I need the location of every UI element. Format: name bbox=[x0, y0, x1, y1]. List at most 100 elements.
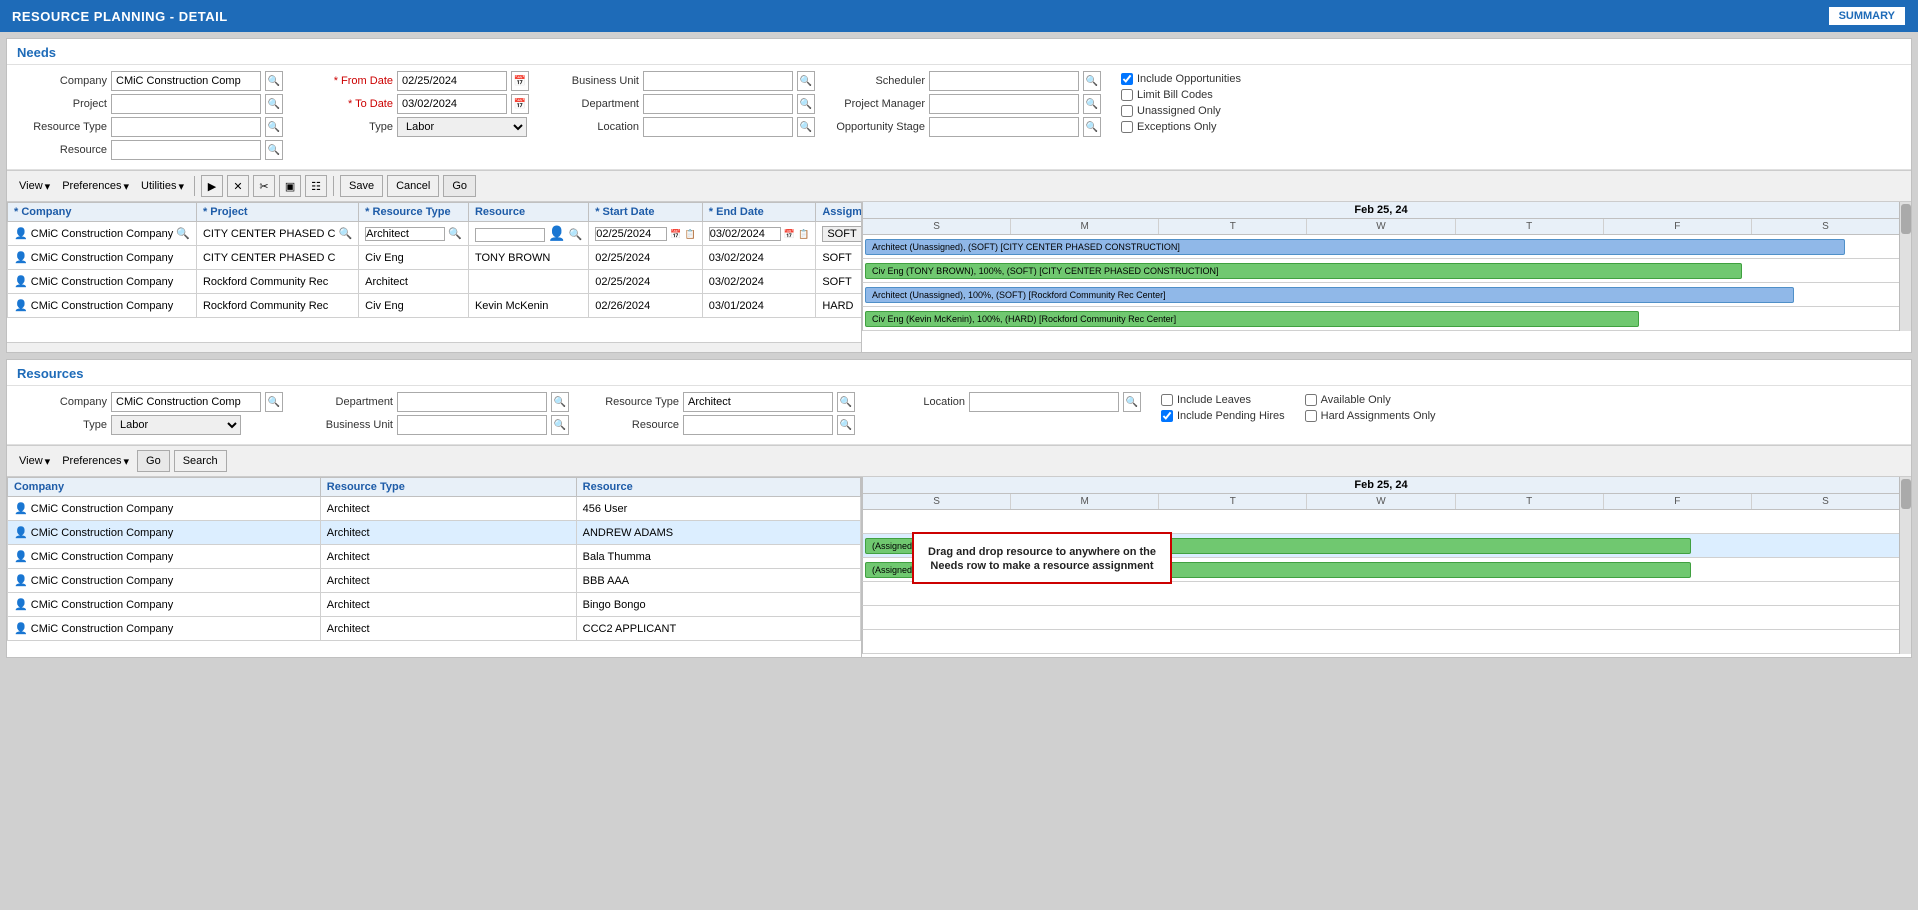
res-preferences-dropdown[interactable]: Preferences ▾ bbox=[58, 453, 133, 470]
include-leaves-checkbox[interactable] bbox=[1161, 394, 1173, 406]
company-label: Company bbox=[17, 75, 107, 87]
include-pending-hires-checkbox[interactable] bbox=[1161, 410, 1173, 422]
available-only-label[interactable]: Available Only bbox=[1305, 394, 1436, 406]
day-t2: T bbox=[1456, 219, 1604, 234]
res-department-search-icon[interactable]: 🔍 bbox=[551, 392, 569, 412]
needs-gantt-row-4: Civ Eng (Kevin McKenin), 100%, (HARD) [R… bbox=[862, 307, 1899, 331]
project-manager-input[interactable] bbox=[929, 94, 1079, 114]
unassigned-only-label[interactable]: Unassigned Only bbox=[1121, 105, 1241, 117]
list-item[interactable]: 👤 CMiC Construction Company Architect Bi… bbox=[8, 593, 861, 617]
project-input[interactable] bbox=[111, 94, 261, 114]
res-business-unit-search-icon[interactable]: 🔍 bbox=[551, 415, 569, 435]
needs-utilities-dropdown[interactable]: Utilities ▾ bbox=[137, 178, 188, 195]
res-row2-type: Architect bbox=[320, 521, 576, 545]
res-type-label: Type bbox=[17, 419, 107, 431]
delete-icon[interactable]: ✕ bbox=[227, 175, 249, 197]
res-resource-type-search-icon[interactable]: 🔍 bbox=[837, 392, 855, 412]
res-type-select[interactable]: Labor Equipment bbox=[111, 415, 241, 435]
res-resource-type-label: Resource Type bbox=[589, 396, 679, 408]
include-leaves-label[interactable]: Include Leaves bbox=[1161, 394, 1285, 406]
res-location-search-icon[interactable]: 🔍 bbox=[1123, 392, 1141, 412]
grid-icon[interactable]: ☷ bbox=[305, 175, 327, 197]
res-location-input[interactable] bbox=[969, 392, 1119, 412]
business-unit-search-icon[interactable]: 🔍 bbox=[797, 71, 815, 91]
needs-grid-scroll[interactable]: * Company * Project * Resource Type Reso… bbox=[7, 202, 861, 342]
save-button[interactable]: Save bbox=[340, 175, 383, 197]
resource-type-search-icon[interactable]: 🔍 bbox=[265, 117, 283, 137]
to-date-input[interactable] bbox=[397, 94, 507, 114]
location-search-icon-needs[interactable]: 🔍 bbox=[797, 117, 815, 137]
type-select[interactable]: Labor Equipment bbox=[397, 117, 527, 137]
from-date-input[interactable] bbox=[397, 71, 507, 91]
limit-bill-codes-label[interactable]: Limit Bill Codes bbox=[1121, 89, 1241, 101]
location-input-needs[interactable] bbox=[643, 117, 793, 137]
needs-left-panel: * Company * Project * Resource Type Reso… bbox=[7, 202, 862, 352]
company-input[interactable] bbox=[111, 71, 261, 91]
list-item[interactable]: 👤 CMiC Construction Company Architect 45… bbox=[8, 497, 861, 521]
res-resource-input[interactable] bbox=[683, 415, 833, 435]
res-resource-search-icon[interactable]: 🔍 bbox=[837, 415, 855, 435]
res-gantt-scrollbar-v[interactable] bbox=[1899, 477, 1911, 654]
unassigned-only-checkbox[interactable] bbox=[1121, 105, 1133, 117]
summary-button[interactable]: SUMMARY bbox=[1828, 6, 1906, 26]
include-pending-hires-label[interactable]: Include Pending Hires bbox=[1161, 410, 1285, 422]
limit-bill-codes-checkbox[interactable] bbox=[1121, 89, 1133, 101]
department-search-icon-needs[interactable]: 🔍 bbox=[797, 94, 815, 114]
scheduler-input[interactable] bbox=[929, 71, 1079, 91]
th-start-date: * Start Date bbox=[589, 203, 703, 222]
resources-grid-scroll[interactable]: Company Resource Type Resource 👤 CMiC Co… bbox=[7, 477, 861, 657]
copy-icon[interactable]: ▣ bbox=[279, 175, 301, 197]
exceptions-only-checkbox[interactable] bbox=[1121, 121, 1133, 133]
utilities-chevron-icon: ▾ bbox=[178, 180, 184, 193]
needs-preferences-dropdown[interactable]: Preferences ▾ bbox=[58, 178, 133, 195]
row2-assignment-type: SOFT bbox=[816, 246, 861, 270]
list-item[interactable]: 👤 CMiC Construction Company Architect AN… bbox=[8, 521, 861, 545]
needs-filters: Company 🔍 Project 🔍 Resource Type 🔍 Reso… bbox=[7, 65, 1911, 170]
res-company-input[interactable] bbox=[111, 392, 261, 412]
include-opportunities-label[interactable]: Include Opportunities bbox=[1121, 73, 1241, 85]
to-date-cal-icon[interactable]: 📅 bbox=[511, 94, 529, 114]
company-search-icon[interactable]: 🔍 bbox=[265, 71, 283, 91]
cancel-button[interactable]: Cancel bbox=[387, 175, 439, 197]
cut-icon[interactable]: ✂ bbox=[253, 175, 275, 197]
hard-assignments-only-label[interactable]: Hard Assignments Only bbox=[1305, 410, 1436, 422]
resource-input[interactable] bbox=[111, 140, 261, 160]
res-search-button[interactable]: Search bbox=[174, 450, 227, 472]
row4-resource: Kevin McKenin bbox=[468, 294, 588, 318]
needs-gantt-scrollbar-v[interactable] bbox=[1899, 202, 1911, 331]
business-unit-input[interactable] bbox=[643, 71, 793, 91]
row2-resource-type: Civ Eng bbox=[359, 246, 469, 270]
project-search-icon[interactable]: 🔍 bbox=[265, 94, 283, 114]
scheduler-search-icon[interactable]: 🔍 bbox=[1083, 71, 1101, 91]
resource-type-input[interactable] bbox=[111, 117, 261, 137]
opportunity-stage-search-icon[interactable]: 🔍 bbox=[1083, 117, 1101, 137]
res-view-dropdown[interactable]: View ▾ bbox=[15, 453, 54, 470]
res-go-button[interactable]: Go bbox=[137, 450, 170, 472]
opportunity-stage-input[interactable] bbox=[929, 117, 1079, 137]
th-resource-type: * Resource Type bbox=[359, 203, 469, 222]
project-manager-search-icon[interactable]: 🔍 bbox=[1083, 94, 1101, 114]
new-row-icon[interactable]: ▶ bbox=[201, 175, 223, 197]
needs-go-button[interactable]: Go bbox=[443, 175, 476, 197]
exceptions-only-label[interactable]: Exceptions Only bbox=[1121, 121, 1241, 133]
list-item[interactable]: 👤 CMiC Construction Company Architect BB… bbox=[8, 569, 861, 593]
include-opportunities-checkbox[interactable] bbox=[1121, 73, 1133, 85]
res-resource-type-input[interactable] bbox=[683, 392, 833, 412]
needs-view-dropdown[interactable]: View ▾ bbox=[15, 178, 54, 195]
row1-start-date: 📅 📋 bbox=[589, 222, 703, 246]
res-row6-company: 👤 CMiC Construction Company bbox=[8, 617, 321, 641]
res-department-input[interactable] bbox=[397, 392, 547, 412]
available-only-checkbox[interactable] bbox=[1305, 394, 1317, 406]
from-date-cal-icon[interactable]: 📅 bbox=[511, 71, 529, 91]
list-item[interactable]: 👤 CMiC Construction Company Architect CC… bbox=[8, 617, 861, 641]
res-row5-type: Architect bbox=[320, 593, 576, 617]
resource-search-icon[interactable]: 🔍 bbox=[265, 140, 283, 160]
needs-gantt-row-3: Architect (Unassigned), 100%, (SOFT) [Ro… bbox=[862, 283, 1899, 307]
callout-text: Drag and drop resource to anywhere on th… bbox=[928, 546, 1156, 572]
department-input-needs[interactable] bbox=[643, 94, 793, 114]
res-business-unit-input[interactable] bbox=[397, 415, 547, 435]
needs-filter-col2: * From Date 📅 * To Date 📅 Type Labor Equ… bbox=[303, 71, 529, 163]
hard-assignments-only-checkbox[interactable] bbox=[1305, 410, 1317, 422]
res-company-search-icon[interactable]: 🔍 bbox=[265, 392, 283, 412]
list-item[interactable]: 👤 CMiC Construction Company Architect Ba… bbox=[8, 545, 861, 569]
